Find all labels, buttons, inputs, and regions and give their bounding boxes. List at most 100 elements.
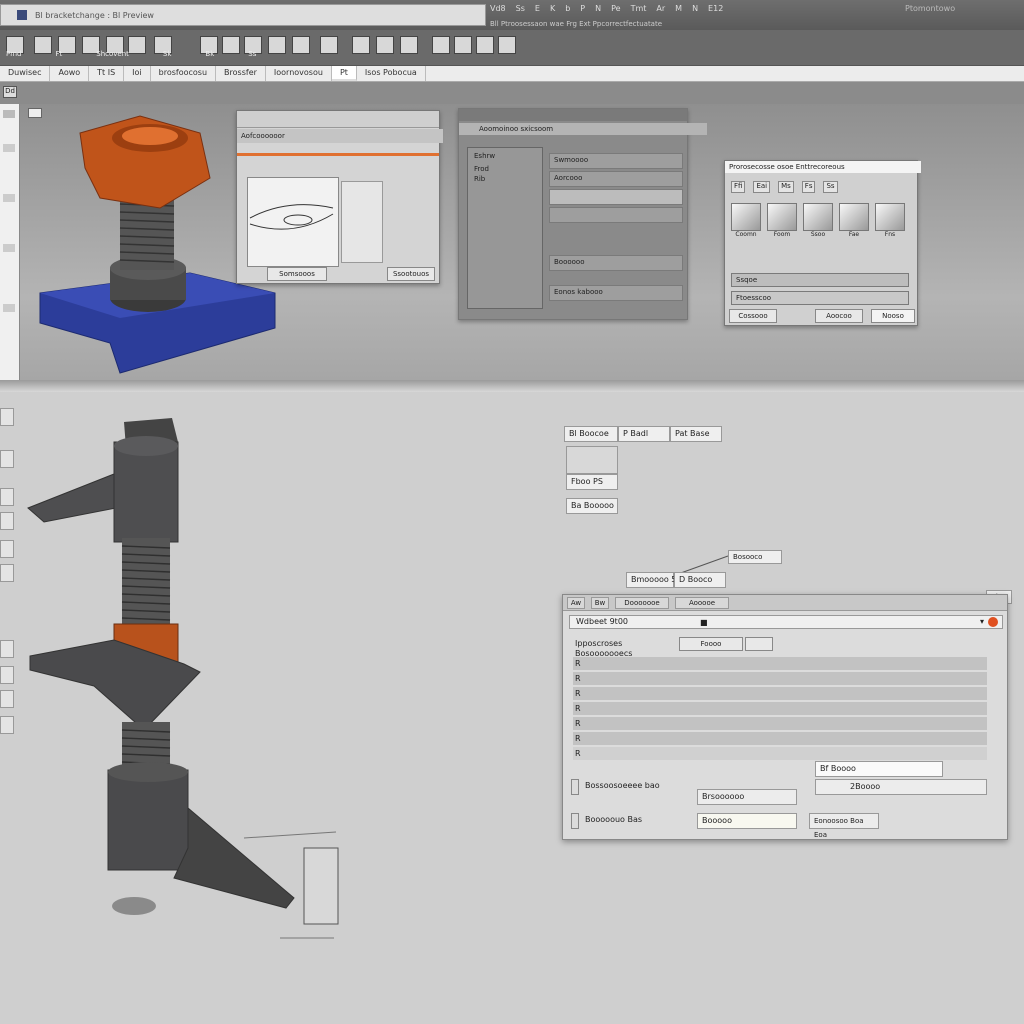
win3-tool[interactable]: Ms — [778, 181, 794, 193]
dialog-tab[interactable]: Dooooooe — [615, 597, 669, 609]
win3-tool[interactable]: Ss — [823, 181, 838, 193]
win3-tool[interactable]: Ffi — [731, 181, 746, 193]
material-dialog[interactable]: Prorosecosse osoe Enttrecoreous Ffi Eai Ms… — [724, 160, 921, 326]
menu-item[interactable]: Ar — [656, 4, 665, 18]
menu-item[interactable]: N — [692, 4, 698, 18]
viewport-splitter[interactable] — [0, 380, 1024, 392]
move-icon[interactable] — [0, 450, 14, 468]
layer-icon[interactable] — [0, 640, 14, 658]
properties-window[interactable]: Aoomoinoo sxicsoom Eshrw Frod Rib Swmooo… — [458, 108, 707, 320]
document-tab[interactable]: Brossfer — [216, 66, 266, 81]
tag-tab-1[interactable]: Bl Boocoe — [564, 426, 618, 442]
dialog-name-input[interactable]: Bf Boooo — [815, 761, 943, 777]
menu-item[interactable]: Ss — [516, 4, 525, 18]
checkbox-1[interactable] — [571, 779, 579, 795]
zoom-icon[interactable] — [0, 666, 14, 684]
document-tab[interactable]: Aowo — [50, 66, 90, 81]
callout-1[interactable]: Bosooco — [728, 550, 782, 564]
grid-icon[interactable] — [0, 564, 14, 582]
win2-row-3[interactable] — [549, 189, 683, 205]
dialog-top-button-2[interactable] — [745, 637, 773, 651]
checkbox-2[interactable] — [571, 813, 579, 829]
dropdown-select[interactable]: 2Boooo — [815, 779, 987, 795]
close-icon[interactable] — [988, 617, 998, 627]
win3-tool[interactable]: Eai — [753, 181, 771, 193]
win3-thumbnails[interactable]: Coomn Foom Ssoo Fae Fns — [731, 203, 911, 243]
win2-row-1[interactable]: Swmoooo — [549, 153, 683, 169]
win2-row-5[interactable]: Boooooo — [549, 255, 683, 271]
win1-left-button[interactable]: Somsooos — [267, 267, 327, 281]
menu-item[interactable]: P — [580, 4, 585, 18]
menu-item[interactable]: b — [565, 4, 570, 18]
win2-row-2[interactable]: Aorcooo — [549, 171, 683, 187]
material-thumbnail[interactable]: Fae — [839, 203, 869, 243]
document-tab[interactable]: Tt IS — [89, 66, 125, 81]
view-toggle-button[interactable]: Dd — [3, 86, 17, 98]
win2-row-4[interactable] — [549, 207, 683, 223]
win3-button-2[interactable]: Aoocoo — [815, 309, 863, 323]
menu-item[interactable]: Pe — [611, 4, 620, 18]
param-row-2[interactable]: R — [573, 672, 987, 685]
param-row-3[interactable]: R — [573, 687, 987, 700]
menu-item[interactable]: E12 — [708, 4, 723, 18]
win3-toolbar[interactable]: Ffi Eai Ms Fs Ss — [731, 181, 911, 193]
dialog-tabs[interactable]: Aw Bw Dooooooe Aooooe — [563, 595, 1007, 611]
menu-item[interactable]: N — [595, 4, 601, 18]
tag-tab-2[interactable]: P Badl — [618, 426, 670, 442]
win2-row-6[interactable]: Eonos kabooo — [549, 285, 683, 301]
document-title-tabs[interactable]: Bl bracketchange : Bl Preview — [0, 4, 486, 26]
select-icon[interactable] — [0, 408, 14, 426]
dialog-tab[interactable]: Bw — [591, 597, 609, 609]
param-row-7[interactable]: R — [573, 747, 987, 760]
scale-icon[interactable] — [0, 512, 14, 530]
document-tab[interactable]: Ioornovosou — [266, 66, 332, 81]
callout-3[interactable]: D Booco — [674, 572, 726, 588]
win2-item-1[interactable]: Eshrw — [468, 148, 542, 164]
win2-item-3[interactable]: Rib — [468, 174, 542, 184]
tag-tab-3[interactable]: Pat Base — [670, 426, 722, 442]
param-row-1[interactable]: R — [573, 657, 987, 670]
win3-field-1[interactable]: Ssqoe — [731, 273, 909, 287]
document-tab[interactable]: Pt — [331, 66, 357, 81]
material-thumbnail[interactable]: Ssoo — [803, 203, 833, 243]
material-thumbnail[interactable]: Fns — [875, 203, 905, 243]
snap-icon[interactable] — [0, 540, 14, 558]
tag-list-3[interactable]: Ba Booooo — [566, 498, 618, 514]
sketch-preview-window[interactable]: Aofcoooooor Somsooos Ssootouos — [236, 110, 443, 284]
menu-item[interactable]: K — [550, 4, 555, 18]
param-row-4[interactable]: R — [573, 702, 987, 715]
document-tab[interactable]: brosfoocosu — [151, 66, 217, 81]
callout-2[interactable]: Bmooooo 5 — [626, 572, 676, 588]
menu-item[interactable]: Vd8 — [490, 4, 506, 18]
win1-right-button[interactable]: Ssootouos — [387, 267, 435, 281]
pan-icon[interactable] — [0, 690, 14, 708]
document-tab[interactable]: Ioi — [124, 66, 151, 81]
dialog-top-button[interactable]: Foooo — [679, 637, 743, 651]
win3-button-1[interactable]: Cossooo — [729, 309, 777, 323]
model-browser-panel[interactable] — [0, 104, 20, 380]
menu-bar[interactable]: Vd8 Ss E Kb P N Pe Tmt Ar M N E12 — [490, 4, 820, 18]
parameters-dialog[interactable]: Aw Bw Dooooooe Aooooe Wdbeet 9t00 ■ ▾ Ippos… — [562, 594, 1008, 840]
sketch-canvas[interactable] — [247, 177, 339, 267]
menu-item[interactable]: M — [675, 4, 682, 18]
param-row-6[interactable]: R — [573, 732, 987, 745]
win3-field-2[interactable]: Ftoesscoo — [731, 291, 909, 305]
tag-list-1[interactable] — [566, 446, 618, 474]
win3-button-3[interactable]: Nooso — [871, 309, 915, 323]
dialog-tab[interactable]: Aooooe — [675, 597, 729, 609]
menu-item[interactable]: E — [535, 4, 540, 18]
material-thumbnail[interactable]: Foom — [767, 203, 797, 243]
dialog-tab[interactable]: Aw — [567, 597, 585, 609]
orbit-icon[interactable] — [0, 716, 14, 734]
document-tab[interactable]: Duwisec — [0, 66, 51, 81]
document-tab[interactable]: Isos Pobocua — [357, 66, 426, 81]
menu-item[interactable]: Tmt — [631, 4, 647, 18]
tag-list-2[interactable]: Fboo PS — [566, 474, 618, 490]
minimize-icon[interactable]: ▾ — [980, 616, 984, 628]
rotate-icon[interactable] — [0, 488, 14, 506]
param-row-5[interactable]: R — [573, 717, 987, 730]
field-input-2[interactable]: Booooo — [697, 813, 797, 829]
dialog-footer-right[interactable]: Eonoosoo Boa Eoa — [809, 813, 879, 839]
material-thumbnail[interactable]: Coomn — [731, 203, 761, 243]
jack-model-3d[interactable] — [24, 418, 344, 958]
